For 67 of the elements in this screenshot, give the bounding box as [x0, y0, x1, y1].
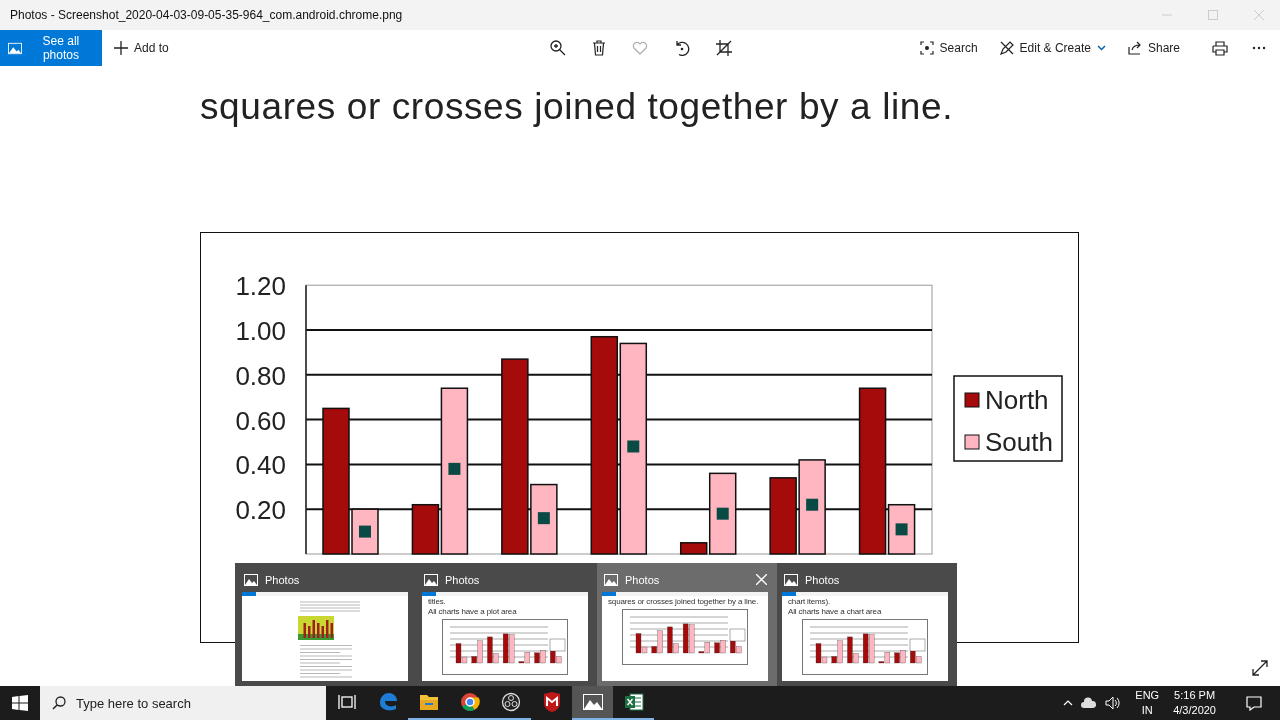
- preview-title: Photos: [445, 573, 480, 586]
- legend-swatch: [964, 434, 980, 450]
- search-button[interactable]: Search: [911, 30, 986, 66]
- axis-tick-label: 1.00: [235, 316, 286, 346]
- recorder-icon: [500, 692, 521, 712]
- legend-swatch: [964, 392, 980, 408]
- taskbar-app-button[interactable]: [572, 686, 613, 720]
- share-button[interactable]: Share: [1119, 30, 1188, 66]
- share-icon: [1127, 41, 1142, 55]
- thumbnail-text: squares or crosses joined together by a line.: [608, 597, 759, 607]
- taskbar-search-field[interactable]: Type here to search: [40, 686, 326, 720]
- photos-app-icon: [604, 573, 618, 586]
- crop-icon[interactable]: [716, 40, 732, 56]
- task-view-icon: [337, 694, 356, 710]
- language-indicator[interactable]: ENG IN: [1135, 688, 1160, 718]
- thumbnail-text: All charts have a plot area: [428, 607, 517, 617]
- search-input[interactable]: Type here to search: [76, 695, 296, 711]
- folder-icon: [418, 693, 439, 711]
- legend-label: North: [985, 385, 1049, 415]
- speaker-icon[interactable]: [1105, 696, 1122, 710]
- zoom-icon[interactable]: [550, 40, 566, 56]
- plus-icon: [114, 41, 128, 55]
- search-icon: [52, 696, 66, 710]
- axis-tick-label: 0.60: [235, 405, 286, 436]
- browser-icon: [459, 692, 480, 712]
- preview-title: Photos: [625, 573, 660, 586]
- print-icon[interactable]: [1212, 40, 1228, 56]
- legend-label: South: [985, 427, 1053, 457]
- cloud-icon[interactable]: [1081, 696, 1098, 710]
- axis-tick-label: 0.20: [235, 495, 286, 526]
- caret-icon: [1096, 45, 1106, 51]
- delete-icon[interactable]: [592, 40, 606, 56]
- spreadsheet-icon: [623, 693, 644, 711]
- see-all-photos-button[interactable]: See all photos: [0, 30, 102, 66]
- chevron-up-icon[interactable]: [1063, 700, 1074, 706]
- thumbnail-text: chart items).: [788, 597, 831, 607]
- axis-tick-label: 1.20: [235, 271, 286, 302]
- shield-icon: [542, 692, 561, 712]
- search-icon: [919, 41, 934, 55]
- axis-tick-label: 0.80: [235, 360, 286, 391]
- browser-icon: [377, 692, 398, 712]
- pencil-icon: [999, 41, 1014, 55]
- photos-app-icon: [784, 573, 798, 586]
- image-heading: squares or crosses joined together by a line.: [200, 86, 955, 128]
- expand-icon[interactable]: [1252, 660, 1268, 676]
- clock[interactable]: 5:16 PM 4/3/2020: [1173, 688, 1216, 718]
- add-to-button[interactable]: Add to: [106, 30, 177, 66]
- windows-start-icon[interactable]: [12, 695, 28, 711]
- axis-tick-label: 0.40: [235, 450, 286, 481]
- window-preview[interactable]: Photos squares or crosses joined together by a line.: [597, 563, 777, 686]
- thumbnail-text: All charts have a chart area: [788, 607, 882, 617]
- window-title: Photos - Screenshot_2020-04-03-09-05-35-964_com.android.chrome.png: [10, 8, 403, 22]
- preview-title: Photos: [805, 573, 840, 586]
- window-preview[interactable]: Photos titles. All charts have a plot area: [417, 563, 597, 686]
- window-preview[interactable]: Photos chart items). All charts have a chart area: [777, 563, 957, 686]
- preview-title: Photos: [265, 573, 300, 586]
- more-icon[interactable]: [1252, 46, 1266, 50]
- photos-app-icon: [424, 573, 438, 586]
- photos-app-icon: [582, 694, 603, 710]
- photos-app-icon: [244, 573, 258, 586]
- rotate-icon[interactable]: [674, 40, 690, 56]
- picture-icon: [8, 41, 22, 55]
- edit-create-button[interactable]: Edit & Create: [991, 30, 1114, 66]
- window-preview[interactable]: Photos: [237, 563, 417, 686]
- notification-icon[interactable]: [1246, 695, 1262, 711]
- data-marker: [627, 440, 640, 453]
- thumbnail-text: titles.: [428, 597, 446, 607]
